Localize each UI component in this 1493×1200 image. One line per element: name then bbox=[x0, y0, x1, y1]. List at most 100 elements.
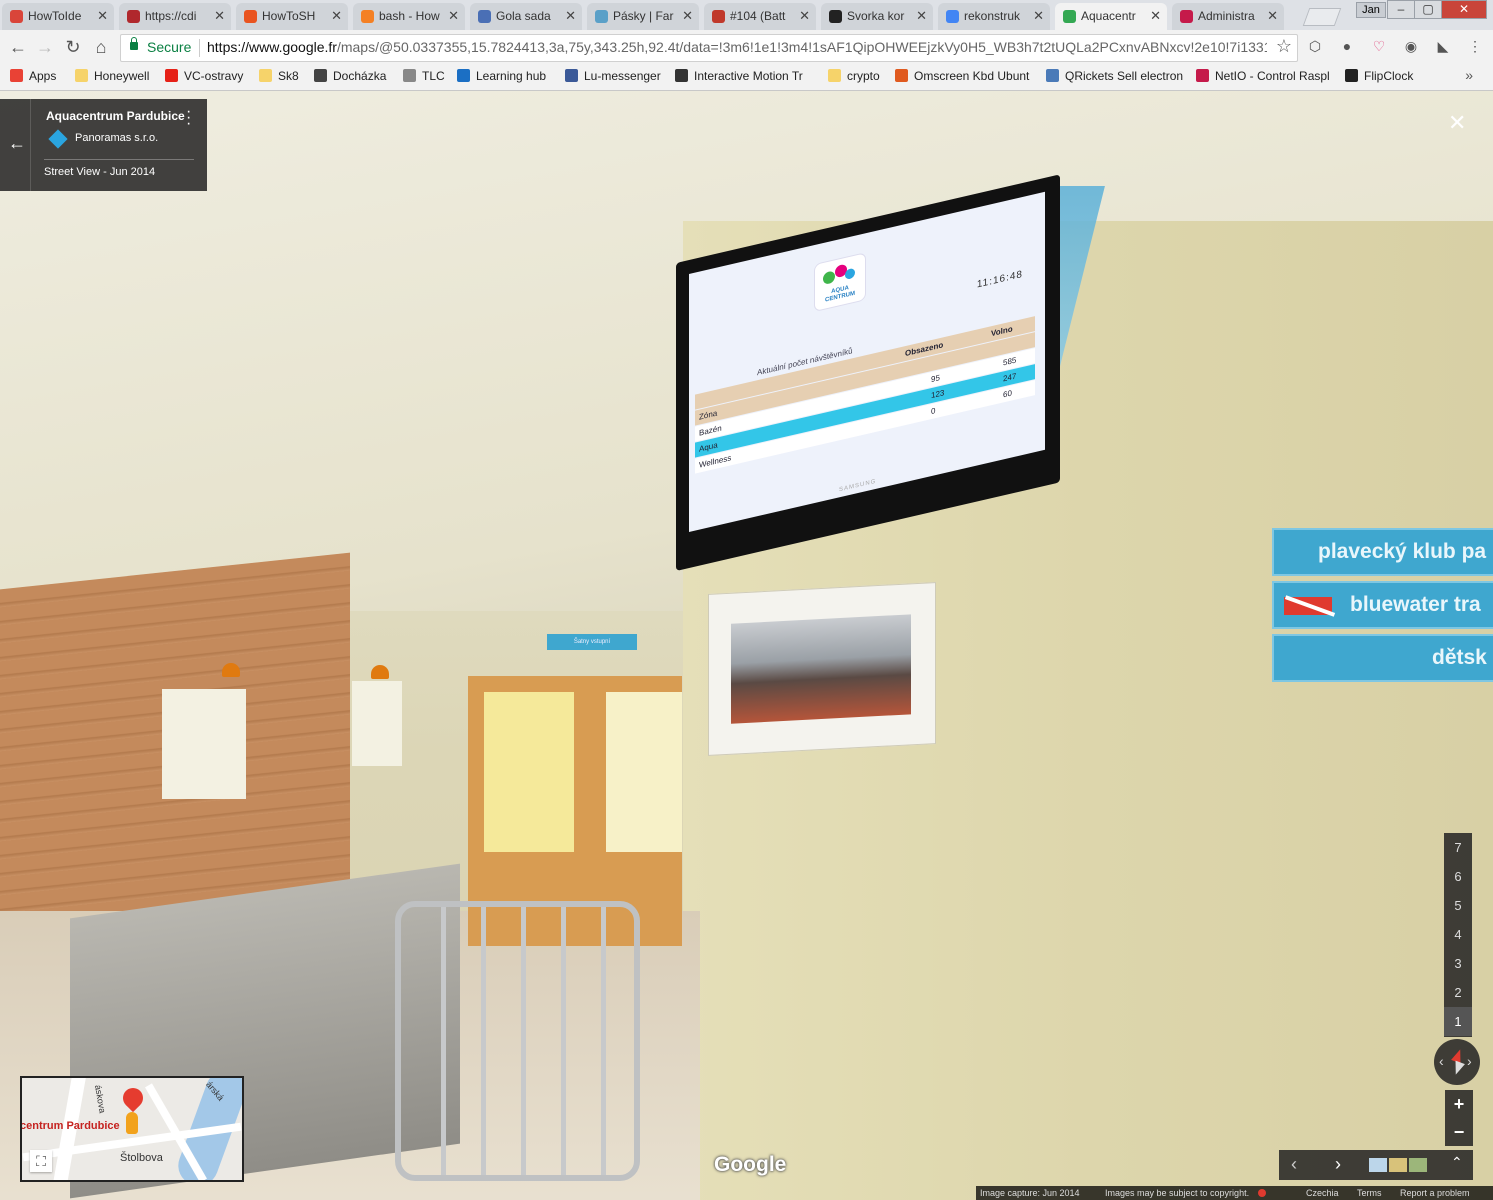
region-label[interactable]: Czechia bbox=[1306, 1188, 1339, 1198]
bookmark-item[interactable]: FlipClock bbox=[1345, 69, 1413, 83]
url-text[interactable]: https://www.google.fr/maps/@50.0337355,1… bbox=[207, 39, 1267, 55]
terms-link[interactable]: Terms bbox=[1357, 1188, 1382, 1198]
zoom-out-button[interactable]: − bbox=[1445, 1118, 1473, 1146]
floor-level-button[interactable]: 7 bbox=[1444, 833, 1472, 862]
extension-cast-icon[interactable]: ◣ bbox=[1435, 38, 1451, 54]
street-view-panorama[interactable]: Šatny vstupní AQUA CENTRUM 11:16:48 Aktu… bbox=[0, 91, 1493, 1200]
extension-shield-icon[interactable]: ⬡ bbox=[1307, 38, 1323, 54]
more-options-icon[interactable]: · · · bbox=[186, 104, 191, 132]
browser-tab[interactable]: https://cdi ✕ bbox=[119, 3, 231, 30]
bookmark-item[interactable]: Interactive Motion Tr bbox=[675, 69, 803, 83]
more-bookmarks-icon[interactable]: » bbox=[1465, 67, 1473, 83]
floor-level-button[interactable]: 4 bbox=[1444, 920, 1472, 949]
bookmark-label: crypto bbox=[847, 69, 880, 83]
photo-thumbnail[interactable] bbox=[1409, 1158, 1427, 1172]
tab-title: #104 (Batt bbox=[730, 9, 786, 23]
minimize-button[interactable]: – bbox=[1387, 0, 1415, 19]
floor-level-button[interactable]: 1 bbox=[1444, 1007, 1472, 1036]
extension-globe-icon[interactable]: ● bbox=[1339, 38, 1355, 54]
tv-occupied-value: 0 bbox=[931, 406, 936, 417]
floor-level-button[interactable]: 2 bbox=[1444, 978, 1472, 1007]
clock-icon bbox=[314, 69, 327, 82]
bookmark-item[interactable]: Apps bbox=[10, 69, 56, 83]
bookmark-item[interactable]: TLC bbox=[403, 69, 445, 83]
reload-icon[interactable]: ↻ bbox=[63, 37, 83, 57]
forward-icon[interactable]: → bbox=[35, 37, 55, 57]
pegman-icon[interactable] bbox=[126, 1112, 138, 1134]
rotate-right-icon[interactable]: › bbox=[1467, 1053, 1472, 1069]
raspberry-icon bbox=[1180, 10, 1193, 23]
bookmark-item[interactable]: crypto bbox=[828, 69, 880, 83]
expand-filmstrip-icon[interactable]: ⌃ bbox=[1451, 1154, 1463, 1171]
capture-date[interactable]: Street View - Jun 2014 bbox=[44, 166, 155, 178]
bookmark-item[interactable]: Omscreen Kbd Ubunt bbox=[895, 69, 1029, 83]
minimap[interactable]: centrum Pardubice Štolbova áskova árská … bbox=[20, 1076, 244, 1182]
tab-close-icon[interactable]: ✕ bbox=[331, 8, 342, 24]
back-icon[interactable]: ← bbox=[8, 37, 28, 57]
tab-close-icon[interactable]: ✕ bbox=[565, 8, 576, 24]
close-street-view-icon[interactable]: ✕ bbox=[1448, 110, 1466, 136]
address-bar[interactable]: Secure https://www.google.fr/maps/@50.03… bbox=[120, 34, 1298, 62]
bookmark-item[interactable]: Lu-messenger bbox=[565, 69, 661, 83]
menu-dots-icon[interactable]: ⋮ bbox=[1467, 38, 1483, 54]
window-close-button[interactable]: ✕ bbox=[1441, 0, 1487, 19]
browser-tab[interactable]: Gola sada ✕ bbox=[470, 3, 582, 30]
tab-close-icon[interactable]: ✕ bbox=[1267, 8, 1278, 24]
profile-button[interactable]: Jan bbox=[1356, 2, 1386, 18]
zoom-in-button[interactable]: + bbox=[1445, 1090, 1473, 1118]
browser-tab[interactable]: Administra ✕ bbox=[1172, 3, 1284, 30]
floor-level-button[interactable]: 5 bbox=[1444, 891, 1472, 920]
photo-thumbnail[interactable] bbox=[1369, 1158, 1387, 1172]
salesforce-icon bbox=[457, 69, 470, 82]
expand-map-icon[interactable]: ⛶ bbox=[30, 1150, 52, 1172]
tab-close-icon[interactable]: ✕ bbox=[448, 8, 459, 24]
tab-close-icon[interactable]: ✕ bbox=[682, 8, 693, 24]
tab-close-icon[interactable]: ✕ bbox=[1033, 8, 1044, 24]
bookmark-item[interactable]: Learning hub bbox=[457, 69, 546, 83]
tab-close-icon[interactable]: ✕ bbox=[214, 8, 225, 24]
tab-close-icon[interactable]: ✕ bbox=[799, 8, 810, 24]
back-arrow-icon[interactable]: ← bbox=[8, 133, 26, 154]
tab-close-icon[interactable]: ✕ bbox=[97, 8, 108, 24]
compass-control[interactable]: ‹ › bbox=[1434, 1039, 1480, 1085]
bookmark-label: TLC bbox=[422, 69, 445, 83]
owner-link[interactable]: Panoramas s.r.o. bbox=[75, 132, 158, 144]
browser-tab[interactable]: Svorka kor ✕ bbox=[821, 3, 933, 30]
aquacentrum-logo: AQUA CENTRUM bbox=[815, 253, 865, 311]
floor-level-button[interactable]: 6 bbox=[1444, 862, 1472, 891]
place-title[interactable]: Aquacentrum Pardubice bbox=[46, 109, 185, 123]
browser-tab[interactable]: HowToSH ✕ bbox=[236, 3, 348, 30]
bookmark-item[interactable]: Sk8 bbox=[259, 69, 299, 83]
photo-thumbnail[interactable] bbox=[1389, 1158, 1407, 1172]
extension-heart-icon[interactable]: ♡ bbox=[1371, 38, 1387, 54]
bookmark-item[interactable]: Docházka bbox=[314, 69, 386, 83]
browser-tab[interactable]: HowToIde ✕ bbox=[2, 3, 114, 30]
turnstile-post bbox=[162, 689, 246, 799]
floor-level-button[interactable]: 3 bbox=[1444, 949, 1472, 978]
tv-occupied-value: 95 bbox=[931, 373, 940, 385]
tab-close-icon[interactable]: ✕ bbox=[916, 8, 927, 24]
home-icon[interactable]: ⌂ bbox=[91, 37, 111, 57]
bookmark-item[interactable]: NetIO - Control Raspl bbox=[1196, 69, 1330, 83]
browser-tab[interactable]: rekonstruk ✕ bbox=[938, 3, 1050, 30]
next-photo-icon[interactable]: › bbox=[1335, 1154, 1341, 1175]
browser-tab[interactable]: Aquacentr ✕ bbox=[1055, 3, 1167, 30]
extension-e-icon[interactable]: ◉ bbox=[1403, 38, 1419, 54]
team-photo-frame bbox=[708, 582, 936, 756]
bookmark-item[interactable]: VC-ostravy bbox=[165, 69, 243, 83]
browser-tab[interactable]: bash - How ✕ bbox=[353, 3, 465, 30]
browser-tab[interactable]: #104 (Batt ✕ bbox=[704, 3, 816, 30]
zoom-control: + − bbox=[1445, 1090, 1473, 1146]
previous-photo-icon[interactable]: ‹ bbox=[1291, 1154, 1297, 1175]
browser-tab[interactable]: Pásky | Far ✕ bbox=[587, 3, 699, 30]
tv-free-value: 247 bbox=[1003, 371, 1017, 384]
report-problem-link[interactable]: Report a problem bbox=[1400, 1188, 1470, 1198]
tab-title: https://cdi bbox=[145, 9, 197, 23]
maximize-button[interactable]: ▢ bbox=[1414, 0, 1442, 19]
bookmark-star-icon[interactable]: ☆ bbox=[1276, 36, 1292, 57]
new-tab-button[interactable] bbox=[1302, 8, 1342, 26]
bookmark-item[interactable]: QRickets Sell electron bbox=[1046, 69, 1183, 83]
rotate-left-icon[interactable]: ‹ bbox=[1439, 1053, 1444, 1069]
bookmark-item[interactable]: Honeywell bbox=[75, 69, 149, 83]
tab-close-icon[interactable]: ✕ bbox=[1150, 8, 1161, 24]
